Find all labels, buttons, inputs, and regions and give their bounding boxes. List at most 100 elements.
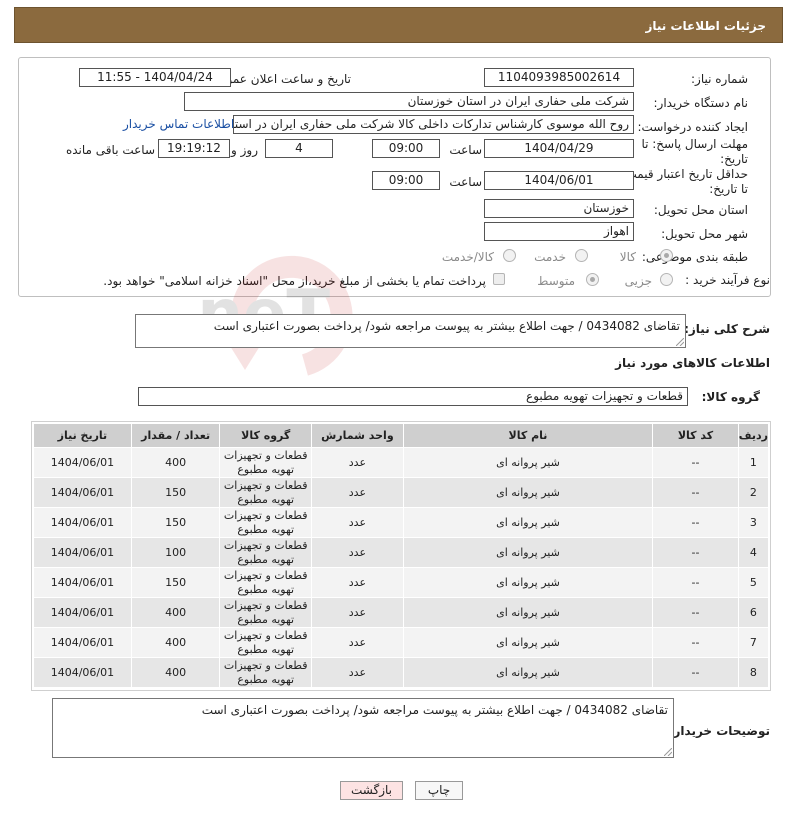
buyer-contact-link[interactable]: اطلاعات تماس خریدار [123, 117, 234, 131]
cell-group: قطعات و تجهیزات تهویه مطبوع [219, 627, 313, 658]
description-text: تقاضای 0434082 / جهت اطلاع بیشتر به پیوس… [213, 319, 680, 333]
buyer-org-label: نام دستگاه خریدار: [653, 96, 749, 110]
table-row: 2 -- شیر پروانه ای عدد قطعات و تجهیزات تهویه … [33, 477, 770, 508]
description-textarea[interactable]: تقاضای 0434082 / جهت اطلاع بیشتر به پیوس… [135, 314, 686, 348]
reply-deadline-label-2: تاریخ: [720, 152, 748, 166]
page-header: جزئیات اطلاعات نیاز [14, 7, 783, 43]
price-time-label: ساعت [449, 175, 482, 189]
cell-code: -- [652, 507, 739, 538]
cell-unit: عدد [311, 447, 404, 478]
resize-grip-icon[interactable] [664, 748, 672, 756]
cell-index: 3 [737, 507, 770, 538]
cell-date: 1404/06/01 [33, 657, 132, 688]
cell-group: قطعات و تجهیزات تهویه مطبوع [219, 507, 313, 538]
cell-unit: عدد [311, 537, 404, 568]
creator-field: روح الله موسوی کارشناس تدارکات داخلی کال… [233, 115, 634, 134]
process-type-label: نوع فرآیند خرید : [685, 273, 770, 287]
cell-group-line-1: قطعات و تجهیزات [223, 568, 308, 582]
cell-name: شیر پروانه ای [402, 627, 654, 658]
goods-section-title: اطلاعات کالاهای مورد نیاز [615, 356, 770, 370]
cell-group-line-2: تهویه مطبوع [237, 462, 295, 476]
print-button[interactable]: چاپ [415, 781, 463, 800]
cell-unit: عدد [311, 477, 404, 508]
announce-datetime-field: 1404/04/24 - 11:55 [79, 68, 231, 87]
category-option-service: خدمت [534, 250, 566, 264]
buyer-notes-label: توضیحات خریدار: [668, 724, 770, 738]
cell-qty: 150 [130, 567, 221, 598]
city-label: شهر محل تحویل: [661, 227, 748, 241]
cell-index: 2 [737, 477, 770, 508]
cell-index: 5 [737, 567, 770, 598]
cell-group-line-2: تهویه مطبوع [237, 612, 295, 626]
cell-code: -- [652, 567, 739, 598]
cell-group-line-2: تهویه مطبوع [237, 642, 295, 656]
cell-group: قطعات و تجهیزات تهویه مطبوع [219, 537, 313, 568]
cell-group: قطعات و تجهیزات تهویه مطبوع [219, 567, 313, 598]
cell-date: 1404/06/01 [33, 447, 132, 478]
process-option-minor: جزیی [624, 274, 652, 288]
cell-name: شیر پروانه ای [402, 597, 654, 628]
cell-index: 7 [737, 627, 770, 658]
cell-index: 6 [737, 597, 770, 628]
reply-deadline-label: مهلت ارسال پاسخ: تا [641, 137, 748, 151]
cell-group-line-1: قطعات و تجهیزات [223, 448, 308, 462]
cell-date: 1404/06/01 [33, 567, 132, 598]
treasury-payment-note: پرداخت تمام یا بخشی از مبلغ خرید،از محل … [103, 274, 486, 288]
cell-date: 1404/06/01 [33, 597, 132, 628]
cell-code: -- [652, 597, 739, 628]
cell-qty: 150 [130, 477, 221, 508]
treasury-payment-checkbox[interactable] [493, 273, 505, 285]
days-remaining-field: 4 [265, 139, 333, 158]
cell-name: شیر پروانه ای [402, 537, 654, 568]
table-header-row: ردیف کد کالا نام کالا واحد شمارش گروه کا… [33, 423, 770, 448]
cell-group-line-2: تهویه مطبوع [237, 552, 295, 566]
reply-time-field: 09:00 [372, 139, 440, 158]
need-number-label: شماره نیاز: [691, 72, 748, 86]
cell-name: شیر پروانه ای [402, 507, 654, 538]
province-field: خوزستان [484, 199, 634, 218]
table-row: 5 -- شیر پروانه ای عدد قطعات و تجهیزات تهویه … [33, 567, 770, 598]
table-row: 7 -- شیر پروانه ای عدد قطعات و تجهیزات تهویه … [33, 627, 770, 658]
resize-grip-icon[interactable] [676, 338, 684, 346]
category-radio-goods-service[interactable] [503, 249, 516, 262]
price-deadline-label-2: تا تاریخ: [709, 182, 748, 196]
need-number-field: 1104093985002614 [484, 68, 634, 87]
table-row: 4 -- شیر پروانه ای عدد قطعات و تجهیزات تهویه … [33, 537, 770, 568]
cell-group-line-1: قطعات و تجهیزات [223, 538, 308, 552]
process-radio-medium[interactable] [586, 273, 599, 286]
category-option-goods: کالا [619, 250, 636, 264]
cell-group: قطعات و تجهیزات تهویه مطبوع [219, 447, 313, 478]
creator-label: ایجاد کننده درخواست: [637, 120, 748, 134]
cell-group: قطعات و تجهیزات تهویه مطبوع [219, 597, 313, 628]
cell-code: -- [652, 657, 739, 688]
cell-code: -- [652, 477, 739, 508]
cell-date: 1404/06/01 [33, 477, 132, 508]
cell-qty: 400 [130, 657, 221, 688]
cell-date: 1404/06/01 [33, 627, 132, 658]
cell-group-line-1: قطعات و تجهیزات [223, 478, 308, 492]
process-radio-minor[interactable] [660, 273, 673, 286]
reply-date-field: 1404/04/29 [484, 139, 634, 158]
cell-qty: 400 [130, 597, 221, 628]
cell-group-line-1: قطعات و تجهیزات [223, 658, 308, 672]
buyer-notes-textarea[interactable]: تقاضای 0434082 / جهت اطلاع بیشتر به پیوس… [52, 698, 674, 758]
cell-qty: 150 [130, 507, 221, 538]
cell-unit: عدد [311, 567, 404, 598]
cell-qty: 100 [130, 537, 221, 568]
back-button[interactable]: بازگشت [340, 781, 403, 800]
days-label: روز و [231, 143, 258, 157]
cell-group-line-1: قطعات و تجهیزات [223, 508, 308, 522]
description-label: شرح کلی نیاز: [684, 322, 770, 336]
cell-name: شیر پروانه ای [402, 477, 654, 508]
cell-unit: عدد [311, 507, 404, 538]
col-header-group: گروه کالا [219, 423, 313, 448]
category-radio-service[interactable] [575, 249, 588, 262]
cell-group-line-1: قطعات و تجهیزات [223, 628, 308, 642]
remaining-time-field: 19:19:12 [158, 139, 230, 158]
cell-code: -- [652, 447, 739, 478]
col-header-index: ردیف [737, 423, 770, 448]
table-row: 8 -- شیر پروانه ای عدد قطعات و تجهیزات تهویه … [33, 657, 770, 688]
page-title: جزئیات اطلاعات نیاز [645, 19, 766, 33]
col-header-unit: واحد شمارش [311, 423, 404, 448]
category-radio-goods[interactable] [660, 249, 673, 262]
